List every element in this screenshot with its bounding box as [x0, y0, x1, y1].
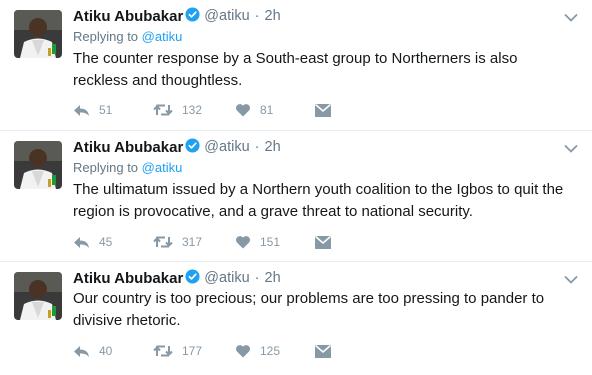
- reply-count: 51: [99, 103, 113, 117]
- retweet-button[interactable]: 132: [153, 103, 235, 117]
- tweet-actions: 51 132 81: [73, 101, 331, 119]
- like-count: 125: [260, 344, 281, 358]
- tweet[interactable]: Atiku Abubakar @atiku · 2h Replying to @…: [0, 131, 592, 262]
- avatar[interactable]: [14, 141, 62, 189]
- avatar[interactable]: [14, 272, 62, 320]
- heart-icon: [235, 344, 251, 358]
- reply-count: 45: [99, 235, 113, 249]
- timestamp[interactable]: 2h: [265, 270, 281, 286]
- separator-dot: ·: [254, 270, 260, 286]
- display-name[interactable]: Atiku Abubakar: [73, 8, 183, 25]
- timestamp[interactable]: 2h: [265, 139, 281, 155]
- separator-dot: ·: [254, 8, 260, 24]
- retweet-icon: [153, 344, 173, 358]
- verified-badge-icon: [185, 6, 200, 26]
- replying-to: Replying to @atiku: [73, 29, 182, 44]
- like-count: 151: [260, 235, 281, 249]
- heart-icon: [235, 103, 251, 117]
- envelope-icon: [315, 344, 331, 358]
- handle[interactable]: @atiku: [204, 270, 249, 286]
- verified-badge-icon: [185, 268, 200, 288]
- reply-icon: [73, 345, 90, 358]
- replying-to-label: Replying to: [73, 160, 142, 175]
- timestamp[interactable]: 2h: [265, 8, 281, 24]
- reply-icon: [73, 104, 90, 117]
- direct-message-button[interactable]: [315, 235, 331, 249]
- replying-to-handle[interactable]: @atiku: [142, 29, 183, 44]
- tweet-text: The counter response by a South-east gro…: [73, 50, 518, 89]
- like-button[interactable]: 81: [235, 103, 315, 117]
- reply-count: 40: [99, 344, 113, 358]
- chevron-down-icon[interactable]: [564, 272, 578, 284]
- retweet-icon: [153, 235, 173, 249]
- like-button[interactable]: 125: [235, 344, 315, 358]
- reply-button[interactable]: 51: [73, 103, 153, 117]
- retweet-count: 317: [182, 235, 203, 249]
- verified-badge-icon: [185, 137, 200, 157]
- reply-button[interactable]: 45: [73, 235, 153, 249]
- heart-icon: [235, 235, 251, 249]
- tweet[interactable]: Atiku Abubakar @atiku · 2h Our country i…: [0, 262, 592, 375]
- direct-message-button[interactable]: [315, 344, 331, 358]
- chevron-down-icon[interactable]: [564, 141, 578, 153]
- tweet-actions: 45 317 151: [73, 233, 331, 251]
- direct-message-button[interactable]: [315, 103, 331, 117]
- avatar[interactable]: [14, 10, 62, 58]
- separator-dot: ·: [254, 139, 260, 155]
- display-name[interactable]: Atiku Abubakar: [73, 270, 183, 287]
- like-count: 81: [260, 103, 274, 117]
- reply-icon: [73, 236, 90, 249]
- retweet-button[interactable]: 177: [153, 344, 235, 358]
- envelope-icon: [315, 235, 331, 249]
- chevron-down-icon[interactable]: [564, 10, 578, 22]
- reply-button[interactable]: 40: [73, 344, 153, 358]
- replying-to: Replying to @atiku: [73, 160, 182, 175]
- retweet-icon: [153, 103, 173, 117]
- replying-to-handle[interactable]: @atiku: [142, 160, 183, 175]
- tweet-text: The ultimatum issued by a Northern youth…: [73, 181, 564, 220]
- replying-to-label: Replying to: [73, 29, 142, 44]
- retweet-count: 177: [182, 344, 203, 358]
- display-name[interactable]: Atiku Abubakar: [73, 139, 183, 156]
- tweet-text: Our country is too precious; our problem…: [73, 290, 545, 329]
- like-button[interactable]: 151: [235, 235, 315, 249]
- tweet[interactable]: Atiku Abubakar @atiku · 2h Replying to @…: [0, 0, 592, 131]
- tweet-actions: 40 177 125: [73, 342, 331, 360]
- envelope-icon: [315, 103, 331, 117]
- handle[interactable]: @atiku: [204, 139, 249, 155]
- retweet-count: 132: [182, 103, 203, 117]
- retweet-button[interactable]: 317: [153, 235, 235, 249]
- handle[interactable]: @atiku: [204, 8, 249, 24]
